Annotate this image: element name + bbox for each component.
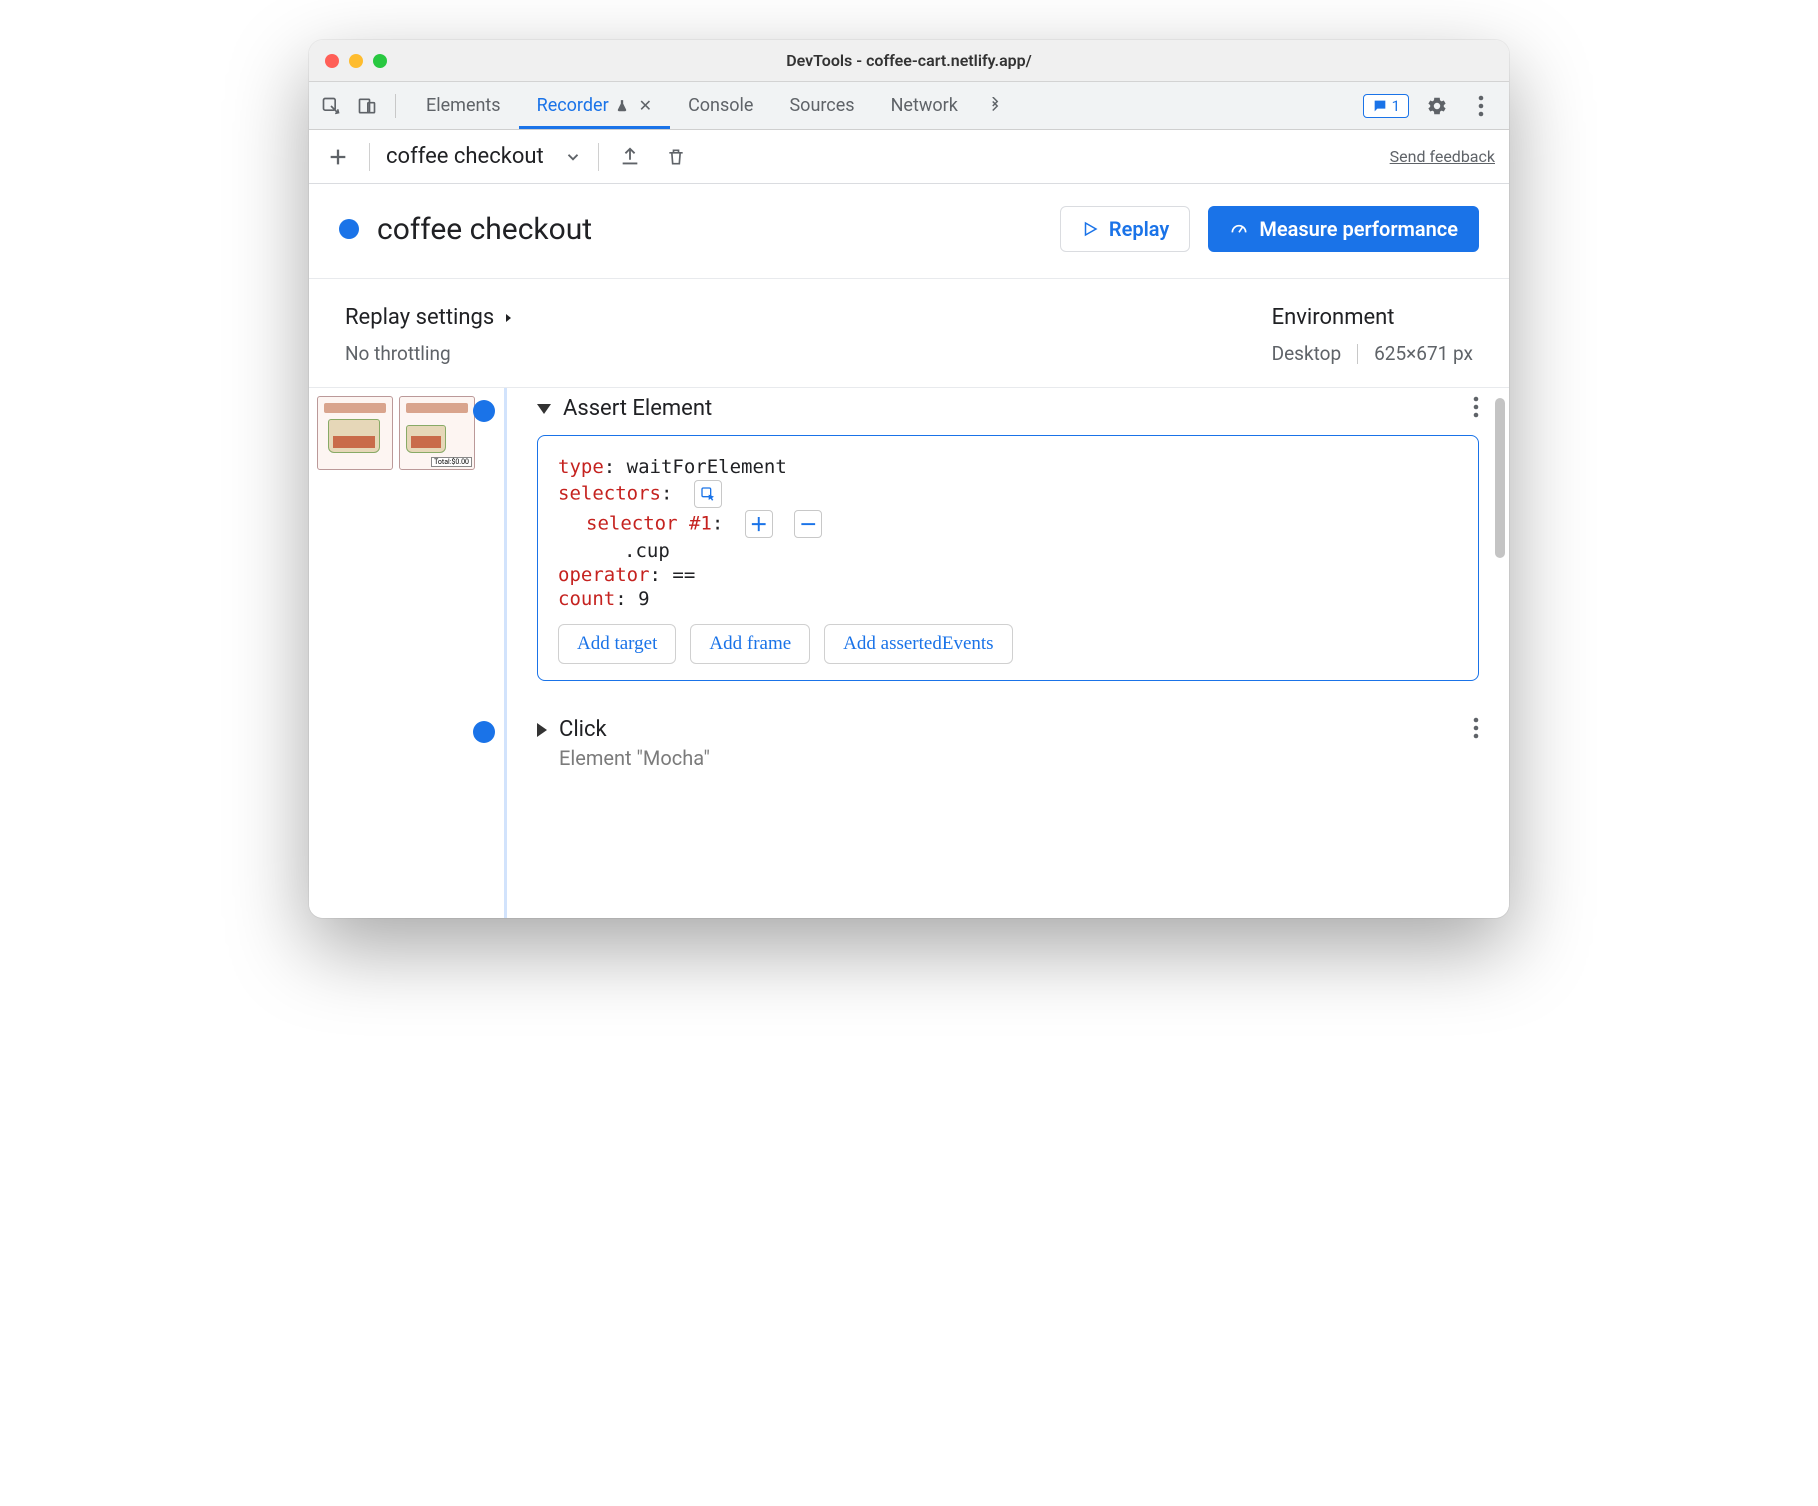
delete-button[interactable] [661, 142, 691, 172]
env-viewport: 625×671 px [1374, 342, 1473, 365]
add-target-button[interactable]: Add target [558, 624, 676, 664]
env-device: Desktop [1272, 342, 1342, 365]
step-header[interactable]: Assert Element [537, 396, 1479, 421]
step-menu-button[interactable] [1473, 717, 1479, 739]
step-assert-element: Assert Element type: waitForElement sele… [537, 396, 1479, 681]
element-picker-button[interactable] [694, 480, 722, 508]
issues-badge[interactable]: 1 [1363, 94, 1409, 118]
step-click: Click Element "Mocha" [537, 717, 1479, 770]
value[interactable]: 9 [638, 588, 649, 610]
toggle-device-toolbar-icon[interactable] [351, 90, 383, 122]
divider [369, 143, 370, 171]
send-feedback-link[interactable]: Send feedback [1390, 147, 1495, 166]
divider [1357, 344, 1358, 364]
chevron-down-icon [564, 148, 582, 166]
traffic-lights [325, 54, 387, 68]
tab-sources[interactable]: Sources [771, 82, 872, 129]
close-icon[interactable]: ✕ [639, 96, 652, 115]
button-label: Measure performance [1259, 217, 1458, 241]
panel-tabs: Elements Recorder ✕ Console Sources Netw… [408, 82, 1014, 129]
value[interactable]: waitForElement [627, 456, 787, 478]
screenshot-thumbnail[interactable] [317, 396, 393, 470]
key: selectors [558, 483, 661, 505]
settings-icon[interactable] [1421, 90, 1453, 122]
value[interactable]: == [672, 564, 695, 586]
colon: : [615, 588, 638, 610]
chevron-right-icon [537, 723, 547, 737]
colon: : [712, 513, 723, 535]
chevron-down-icon [537, 404, 551, 414]
key: selector #1 [586, 513, 712, 535]
recording-selector[interactable]: coffee checkout [386, 144, 582, 169]
add-selector-button[interactable]: ＋ [745, 510, 773, 538]
selector-value[interactable]: .cup [624, 540, 670, 562]
export-button[interactable] [615, 142, 645, 172]
label: Replay settings [345, 305, 494, 330]
colon: : [661, 483, 672, 505]
tab-label: Network [891, 95, 958, 116]
tab-recorder[interactable]: Recorder ✕ [519, 82, 670, 129]
tab-elements[interactable]: Elements [408, 82, 519, 129]
step-menu-button[interactable] [1473, 396, 1479, 418]
recording-name: coffee checkout [386, 144, 544, 169]
remove-selector-button[interactable]: － [794, 510, 822, 538]
step-details-card: type: waitForElement selectors: selector… [537, 435, 1479, 681]
window-title: DevTools - coffee-cart.netlify.app/ [309, 51, 1509, 70]
settings-row: Replay settings No throttling Environmen… [309, 279, 1509, 388]
steps-panel: Total:$0.00 Assert Element type: waitFor… [309, 388, 1509, 918]
key: operator [558, 564, 650, 586]
environment-label: Environment [1272, 305, 1473, 330]
step-marker-icon [473, 721, 495, 743]
tab-network[interactable]: Network [873, 82, 976, 129]
issues-count: 1 [1392, 97, 1400, 115]
chat-icon [1372, 98, 1388, 114]
titlebar: DevTools - coffee-cart.netlify.app/ [309, 40, 1509, 82]
new-recording-button[interactable] [323, 142, 353, 172]
flask-icon [615, 98, 629, 114]
step-title: Click [559, 717, 607, 742]
recorder-toolbar: coffee checkout Send feedback [309, 130, 1509, 184]
replay-button[interactable]: Replay [1060, 206, 1190, 252]
recording-title: coffee checkout [377, 212, 1042, 247]
tab-label: Sources [789, 95, 854, 116]
play-icon [1081, 220, 1099, 238]
screenshot-thumbnail[interactable]: Total:$0.00 [399, 396, 475, 470]
devtools-tabstrip: Elements Recorder ✕ Console Sources Netw… [309, 82, 1509, 130]
thumb-total-label: Total:$0.00 [431, 457, 472, 467]
kebab-menu-icon[interactable] [1465, 90, 1497, 122]
minimize-window-icon[interactable] [349, 54, 363, 68]
recording-header: coffee checkout Replay Measure performan… [309, 184, 1509, 279]
divider [395, 94, 396, 118]
tab-label: Console [688, 95, 753, 116]
step-marker-icon [473, 400, 495, 422]
devtools-window: DevTools - coffee-cart.netlify.app/ Elem… [309, 40, 1509, 918]
replay-settings-toggle[interactable]: Replay settings [345, 305, 514, 330]
tab-console[interactable]: Console [670, 82, 771, 129]
inspect-element-icon[interactable] [315, 90, 347, 122]
step-title: Assert Element [563, 396, 712, 421]
button-label: Replay [1109, 217, 1169, 241]
key: count [558, 588, 615, 610]
gauge-icon [1229, 219, 1249, 239]
tab-label: Elements [426, 95, 501, 116]
step-subtitle: Element "Mocha" [559, 746, 1479, 770]
close-window-icon[interactable] [325, 54, 339, 68]
add-asserted-events-button[interactable]: Add assertedEvents [824, 624, 1012, 664]
more-tabs-button[interactable] [976, 82, 1014, 129]
steps-list: Assert Element type: waitForElement sele… [487, 388, 1509, 918]
colon: : [650, 564, 673, 586]
throttling-value: No throttling [345, 342, 514, 365]
measure-performance-button[interactable]: Measure performance [1208, 206, 1479, 252]
maximize-window-icon[interactable] [373, 54, 387, 68]
scrollbar-thumb[interactable] [1495, 398, 1505, 558]
tab-label: Recorder [537, 95, 609, 116]
status-dot-icon [339, 219, 359, 239]
key: type [558, 456, 604, 478]
step-header[interactable]: Click [537, 717, 1479, 742]
colon: : [604, 456, 627, 478]
divider [598, 143, 599, 171]
chevron-right-icon [502, 311, 514, 325]
add-frame-button[interactable]: Add frame [690, 624, 810, 664]
thumbnail-column: Total:$0.00 [309, 388, 487, 918]
